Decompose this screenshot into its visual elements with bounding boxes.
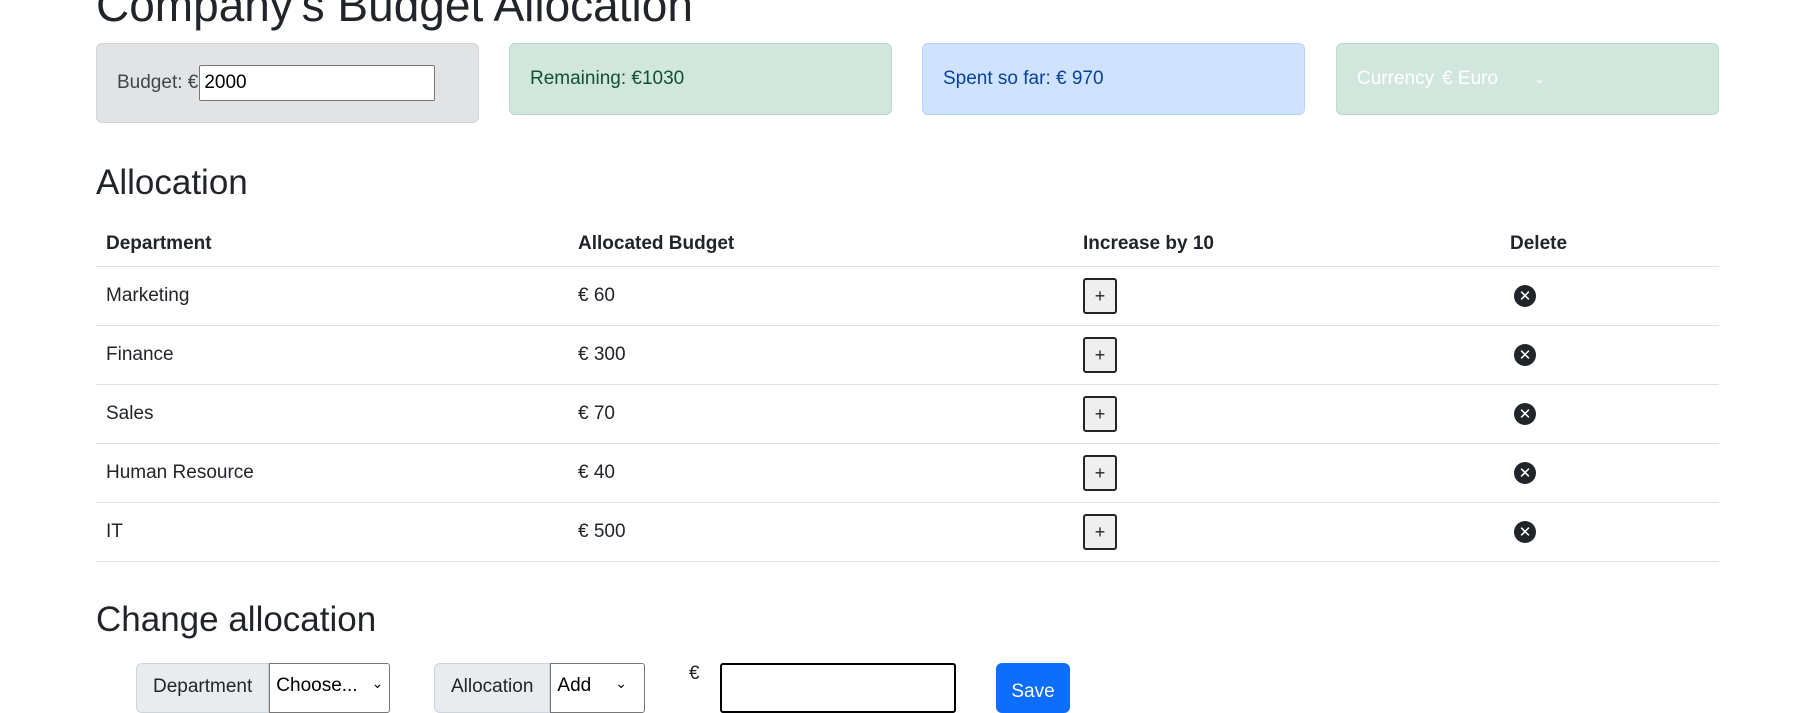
allocation-select-value: Add (557, 675, 592, 696)
chevron-down-icon: ⌄ (371, 675, 384, 691)
increase-button[interactable]: + (1083, 278, 1117, 314)
department-select-value: Choose... (276, 675, 358, 696)
increase-button[interactable]: + (1083, 396, 1117, 432)
amount-input[interactable] (720, 663, 956, 713)
currency-selected: € Euro (1442, 68, 1499, 89)
change-allocation-title: Change allocation (96, 600, 377, 639)
budget-label: Budget: € (117, 72, 199, 93)
table-row: Marketing € 60 + ✕ (96, 266, 1719, 326)
currency-symbol: € (689, 663, 700, 684)
budget-card: Budget: € (96, 43, 479, 123)
budget-input[interactable] (199, 65, 436, 101)
chevron-down-icon: ⌄ (1534, 71, 1545, 86)
column-header-department: Department (96, 222, 568, 267)
department-cell: Finance (96, 325, 568, 385)
increase-button[interactable]: + (1083, 337, 1117, 373)
column-header-allocated-budget: Allocated Budget (568, 222, 1073, 267)
department-group: Department Choose... ⌄ (136, 663, 391, 713)
delete-icon[interactable]: ✕ (1514, 521, 1536, 543)
allocation-select-label: Allocation (434, 663, 551, 713)
spent-card: Spent so far: € 970 (922, 43, 1305, 115)
spent-label: Spent so far: € 970 (943, 68, 1104, 89)
department-cell: Marketing (96, 266, 568, 326)
allocation-title: Allocation (96, 163, 248, 202)
column-header-delete: Delete (1500, 222, 1719, 267)
table-row: IT € 500 + ✕ (96, 502, 1719, 562)
budget-cell: € 70 (568, 384, 1073, 444)
budget-cell: € 300 (568, 325, 1073, 385)
budget-cell: € 60 (568, 266, 1073, 326)
table-row: Finance € 300 + ✕ (96, 325, 1719, 385)
remaining-card: Remaining: €1030 (509, 43, 892, 115)
remaining-label: Remaining: €1030 (530, 68, 685, 89)
column-header-increase: Increase by 10 (1073, 222, 1500, 267)
budget-cell: € 500 (568, 502, 1073, 562)
allocation-type-select[interactable]: Add ⌄ (550, 663, 646, 713)
increase-button[interactable]: + (1083, 514, 1117, 550)
department-cell: IT (96, 502, 568, 562)
currency-card: Currency € Euro ⌄ (1336, 43, 1719, 115)
table-header-row: Department Allocated Budget Increase by … (96, 222, 1719, 267)
allocation-group: Allocation Add ⌄ (434, 663, 646, 713)
allocation-table: Department Allocated Budget Increase by … (96, 222, 1719, 562)
table-row: Sales € 70 + ✕ (96, 384, 1719, 444)
page-title: Company's Budget Allocation (96, 0, 693, 31)
delete-icon[interactable]: ✕ (1514, 344, 1536, 366)
chevron-down-icon: ⌄ (615, 675, 627, 691)
increase-button[interactable]: + (1083, 455, 1117, 491)
department-select[interactable]: Choose... ⌄ (269, 663, 391, 713)
currency-dropdown[interactable]: Currency € Euro ⌄ (1357, 68, 1545, 90)
table-row: Human Resource € 40 + ✕ (96, 443, 1719, 503)
department-cell: Human Resource (96, 443, 568, 503)
save-button[interactable]: Save (996, 663, 1070, 713)
department-cell: Sales (96, 384, 568, 444)
delete-icon[interactable]: ✕ (1514, 285, 1536, 307)
delete-icon[interactable]: ✕ (1514, 403, 1536, 425)
currency-label: Currency (1357, 68, 1435, 89)
budget-cell: € 40 (568, 443, 1073, 503)
delete-icon[interactable]: ✕ (1514, 462, 1536, 484)
department-select-label: Department (136, 663, 270, 713)
